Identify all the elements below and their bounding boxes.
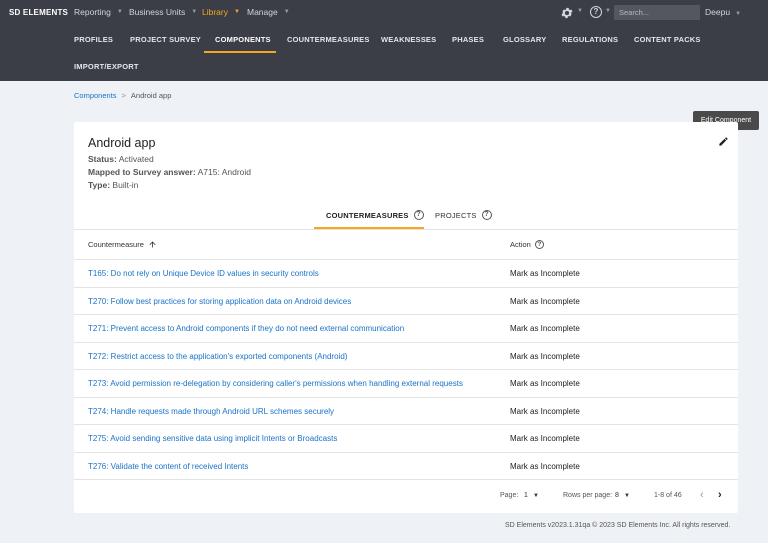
countermeasure-link[interactable]: T275: Avoid sending sensitive data using…: [88, 434, 337, 443]
footer: SD Elements v2023.1.31qa © 2023 SD Eleme…: [505, 522, 731, 529]
help-icon[interactable]: ?: [590, 6, 602, 18]
pagination: Page: 1 ▼ Rows per page: 8 ▼ 1-8 of 46 ‹…: [74, 480, 738, 513]
table-row: T270: Follow best practices for storing …: [74, 288, 738, 315]
survey-answer-value: A715: Android: [197, 167, 252, 177]
countermeasure-link[interactable]: T273: Avoid permission re-delegation by …: [88, 379, 463, 388]
help-circle-icon[interactable]: ?: [481, 210, 492, 220]
mark-incomplete-action[interactable]: Mark as Incomplete: [510, 379, 580, 388]
countermeasure-link[interactable]: T165: Do not rely on Unique Device ID va…: [88, 269, 319, 278]
table-row: T273: Avoid permission re-delegation by …: [74, 370, 738, 398]
chevron-down-icon: ▼: [735, 11, 742, 17]
status-value: Activated: [118, 154, 154, 164]
countermeasure-link[interactable]: T272: Restrict access to the application…: [88, 352, 347, 361]
help-circle-icon[interactable]: ?: [413, 210, 424, 220]
next-page-icon[interactable]: ›: [718, 489, 722, 501]
tab-glossary[interactable]: GLOSSARY: [503, 35, 546, 44]
menu-reporting[interactable]: Reporting ▼: [74, 7, 123, 17]
type-value: Built-in: [112, 180, 139, 190]
mark-incomplete-action[interactable]: Mark as Incomplete: [510, 462, 580, 471]
tab-import-export[interactable]: IMPORT/EXPORT: [74, 62, 139, 71]
primary-nav: SD ELEMENTS Reporting ▼ Business Units ▼ L…: [0, 0, 768, 25]
tab-projects-content[interactable]: PROJECTS ?: [435, 210, 492, 220]
mark-incomplete-action[interactable]: Mark as Incomplete: [510, 352, 580, 361]
tab-content-packs[interactable]: CONTENT PACKS: [634, 35, 701, 44]
chevron-down-icon[interactable]: ▼: [577, 8, 583, 14]
mark-incomplete-action[interactable]: Mark as Incomplete: [510, 434, 580, 443]
countermeasure-link[interactable]: T274: Handle requests made through Andro…: [88, 407, 334, 416]
breadcrumb-current: Android app: [130, 91, 172, 100]
edit-pencil-icon[interactable]: [718, 136, 729, 147]
breadcrumb-separator: >: [121, 91, 126, 100]
mark-incomplete-action[interactable]: Mark as Incomplete: [510, 269, 580, 278]
page-select[interactable]: 1: [524, 492, 528, 499]
chevron-down-icon: ▼: [233, 9, 240, 15]
tab-countermeasures[interactable]: COUNTERMEASURES: [287, 35, 370, 44]
rows-per-page-label: Rows per page:: [563, 492, 613, 499]
previous-page-icon[interactable]: ‹: [700, 489, 704, 501]
table-row: T271: Prevent access to Android componen…: [74, 315, 738, 343]
tab-regulations[interactable]: REGULATIONS: [562, 35, 618, 44]
chevron-down-icon: ▼: [116, 9, 123, 15]
table-row: T165: Do not rely on Unique Device ID va…: [74, 260, 738, 288]
mark-incomplete-action[interactable]: Mark as Incomplete: [510, 297, 580, 306]
page-label: Page:: [500, 492, 519, 499]
table-header: Countermeasure Action ?: [74, 230, 738, 260]
chevron-down-icon: ▼: [283, 9, 290, 15]
menu-manage[interactable]: Manage ▼: [247, 7, 290, 17]
gear-icon[interactable]: [560, 6, 574, 20]
countermeasure-link[interactable]: T270: Follow best practices for storing …: [88, 297, 351, 306]
active-tab-indicator: [204, 51, 276, 53]
search-input[interactable]: [614, 5, 700, 20]
mark-incomplete-action[interactable]: Mark as Incomplete: [510, 324, 580, 333]
table-row: T276: Validate the content of received I…: [74, 453, 738, 480]
breadcrumb-components-link[interactable]: Components: [74, 91, 117, 100]
status-field: Status: Activated: [88, 154, 154, 164]
chevron-down-icon[interactable]: ▼: [605, 8, 611, 14]
countermeasure-link[interactable]: T276: Validate the content of received I…: [88, 462, 248, 471]
user-menu[interactable]: Deepu ▼: [705, 7, 741, 17]
column-header-countermeasure[interactable]: Countermeasure: [88, 240, 157, 249]
rows-per-page-select[interactable]: 8: [615, 492, 619, 499]
page-title: Android app: [88, 136, 156, 150]
chevron-down-icon[interactable]: ▼: [624, 493, 630, 499]
tab-countermeasures-content[interactable]: COUNTERMEASURES ?: [326, 210, 424, 220]
table-row: T272: Restrict access to the application…: [74, 343, 738, 370]
breadcrumb: Components > Android app: [74, 91, 171, 100]
help-circle-icon[interactable]: ?: [534, 240, 544, 249]
tab-phases[interactable]: PHASES: [452, 35, 484, 44]
table-row: T275: Avoid sending sensitive data using…: [74, 425, 738, 453]
tab-weaknesses[interactable]: WEAKNESSES: [381, 35, 436, 44]
top-navigation: SD ELEMENTS Reporting ▼ Business Units ▼ L…: [0, 0, 768, 81]
sort-arrow-up-icon[interactable]: [148, 240, 157, 249]
survey-mapping-field: Mapped to Survey answer: A715: Android: [88, 167, 252, 177]
tab-profiles[interactable]: PROFILES: [74, 35, 113, 44]
tab-project-survey[interactable]: PROJECT SURVEY: [130, 35, 201, 44]
type-field: Type: Built-in: [88, 180, 139, 190]
logo[interactable]: SD ELEMENTS: [9, 8, 68, 17]
tab-components[interactable]: COMPONENTS: [215, 35, 271, 44]
page-range: 1-8 of 46: [654, 492, 682, 499]
table-row: T274: Handle requests made through Andro…: [74, 398, 738, 425]
component-card: Android app Status: Activated Mapped to …: [74, 122, 738, 513]
chevron-down-icon[interactable]: ▼: [533, 493, 539, 499]
countermeasure-link[interactable]: T271: Prevent access to Android componen…: [88, 324, 404, 333]
mark-incomplete-action[interactable]: Mark as Incomplete: [510, 407, 580, 416]
chevron-down-icon: ▼: [191, 9, 198, 15]
menu-library[interactable]: Library ▼: [202, 7, 240, 17]
menu-business-units[interactable]: Business Units ▼: [129, 7, 197, 17]
column-header-action: Action ?: [510, 240, 544, 249]
